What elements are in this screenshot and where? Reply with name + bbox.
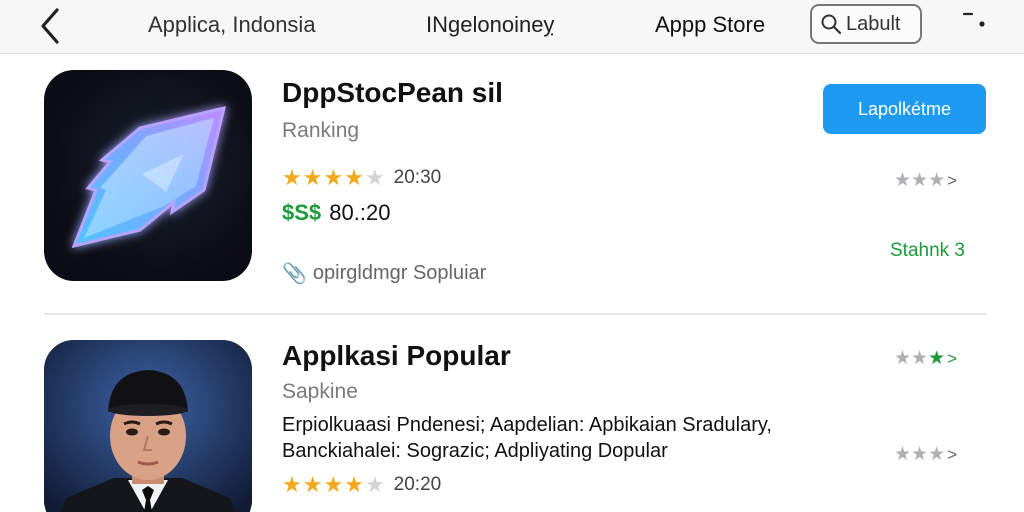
menu-dots-icon: [962, 12, 985, 27]
app-subtitle: Ranking: [282, 119, 360, 142]
star-icon: ★: [364, 472, 385, 497]
chevron-right-icon: >: [947, 170, 958, 190]
app-list-item[interactable]: Applkasi Popular Sapkine Erpiolkuaasi Pn…: [0, 316, 1024, 512]
meta-text: opirgldmgr Sopluiar: [312, 262, 487, 284]
description-line: Banckiahalei: Sograzic; Adpliyating Dopu…: [282, 440, 668, 462]
paperclip-icon: 📎: [282, 263, 307, 285]
person-portrait-icon: [44, 340, 252, 512]
app-subtitle: Sapkine: [282, 380, 358, 403]
description-line: Erpiolkuaasi Pndenesi; Aapdelian: Apbika…: [282, 414, 772, 436]
star-icon: ★: [894, 348, 912, 369]
star-icon: ★: [302, 472, 323, 497]
navigation-bar: Applica, Indonsia INgelonoineỵ Appp Stor…: [0, 0, 1024, 54]
star-icon: ★: [344, 472, 364, 497]
page-title: Appp Store: [655, 12, 766, 37]
breadcrumb-language[interactable]: INgelonoineỵ: [426, 12, 554, 38]
star-icon: ★: [928, 170, 946, 191]
star-icon: ★: [894, 170, 912, 191]
star-icon: ★: [364, 165, 385, 190]
star-icon: ★: [928, 444, 946, 465]
app-list-item[interactable]: DppStocPean sil Ranking ★ ★ ★ ★ ★ 20:30 …: [0, 55, 1024, 313]
app-title[interactable]: DppStocPean sil: [282, 77, 503, 109]
app-icon[interactable]: [44, 70, 252, 281]
star-icon: ★: [344, 165, 364, 190]
chevron-right-icon: >: [947, 348, 958, 368]
star-icon: ★: [323, 165, 344, 190]
side-rating[interactable]: ★ ★ ★ >: [894, 347, 957, 370]
breadcrumb-region[interactable]: Applica, Indonsia: [148, 12, 316, 38]
app-meta: 📎 opirgldmgr Sopluiar: [282, 261, 486, 286]
rating-stars: ★ ★ ★ ★ ★ 20:30: [282, 167, 441, 189]
star-icon: ★: [894, 444, 912, 465]
star-icon: ★: [282, 472, 302, 497]
price-currency: $S$: [282, 200, 322, 225]
price-value: 80.:20: [329, 200, 391, 225]
divider: [44, 313, 986, 315]
star-icon: ★: [911, 348, 929, 369]
search-label: Labult: [846, 12, 901, 35]
arrow-logo-icon: [71, 105, 227, 249]
menu-button[interactable]: [956, 8, 992, 38]
app-title[interactable]: Applkasi Popular: [282, 340, 511, 372]
star-icon: ★: [282, 165, 302, 190]
star-icon: ★: [911, 170, 929, 191]
chevron-right-icon: >: [947, 444, 958, 464]
chevron-left-icon: [41, 8, 59, 44]
star-icon: ★: [911, 444, 929, 465]
star-icon: ★: [928, 348, 946, 369]
get-button[interactable]: Lapolkétme: [823, 84, 986, 134]
side-rating[interactable]: ★ ★ ★ >: [894, 443, 957, 466]
price: $S$ 80.:20: [282, 200, 390, 226]
star-icon: ★: [323, 472, 344, 497]
rating-value: 20:30: [393, 167, 442, 188]
search-icon: [821, 14, 842, 35]
app-description: Erpiolkuaasi Pndenesi; Aapdelian: Apbika…: [282, 412, 882, 464]
rating-stars: ★ ★ ★ ★ ★ 20:20: [282, 474, 441, 496]
rating-value: 20:20: [393, 474, 442, 495]
star-icon: ★: [302, 165, 323, 190]
search-button[interactable]: Labult: [810, 4, 922, 44]
side-rating[interactable]: ★ ★ ★ >: [894, 169, 957, 192]
back-button[interactable]: [30, 4, 70, 48]
status-text: Stahnk 3: [890, 240, 965, 261]
app-icon[interactable]: [44, 340, 252, 512]
